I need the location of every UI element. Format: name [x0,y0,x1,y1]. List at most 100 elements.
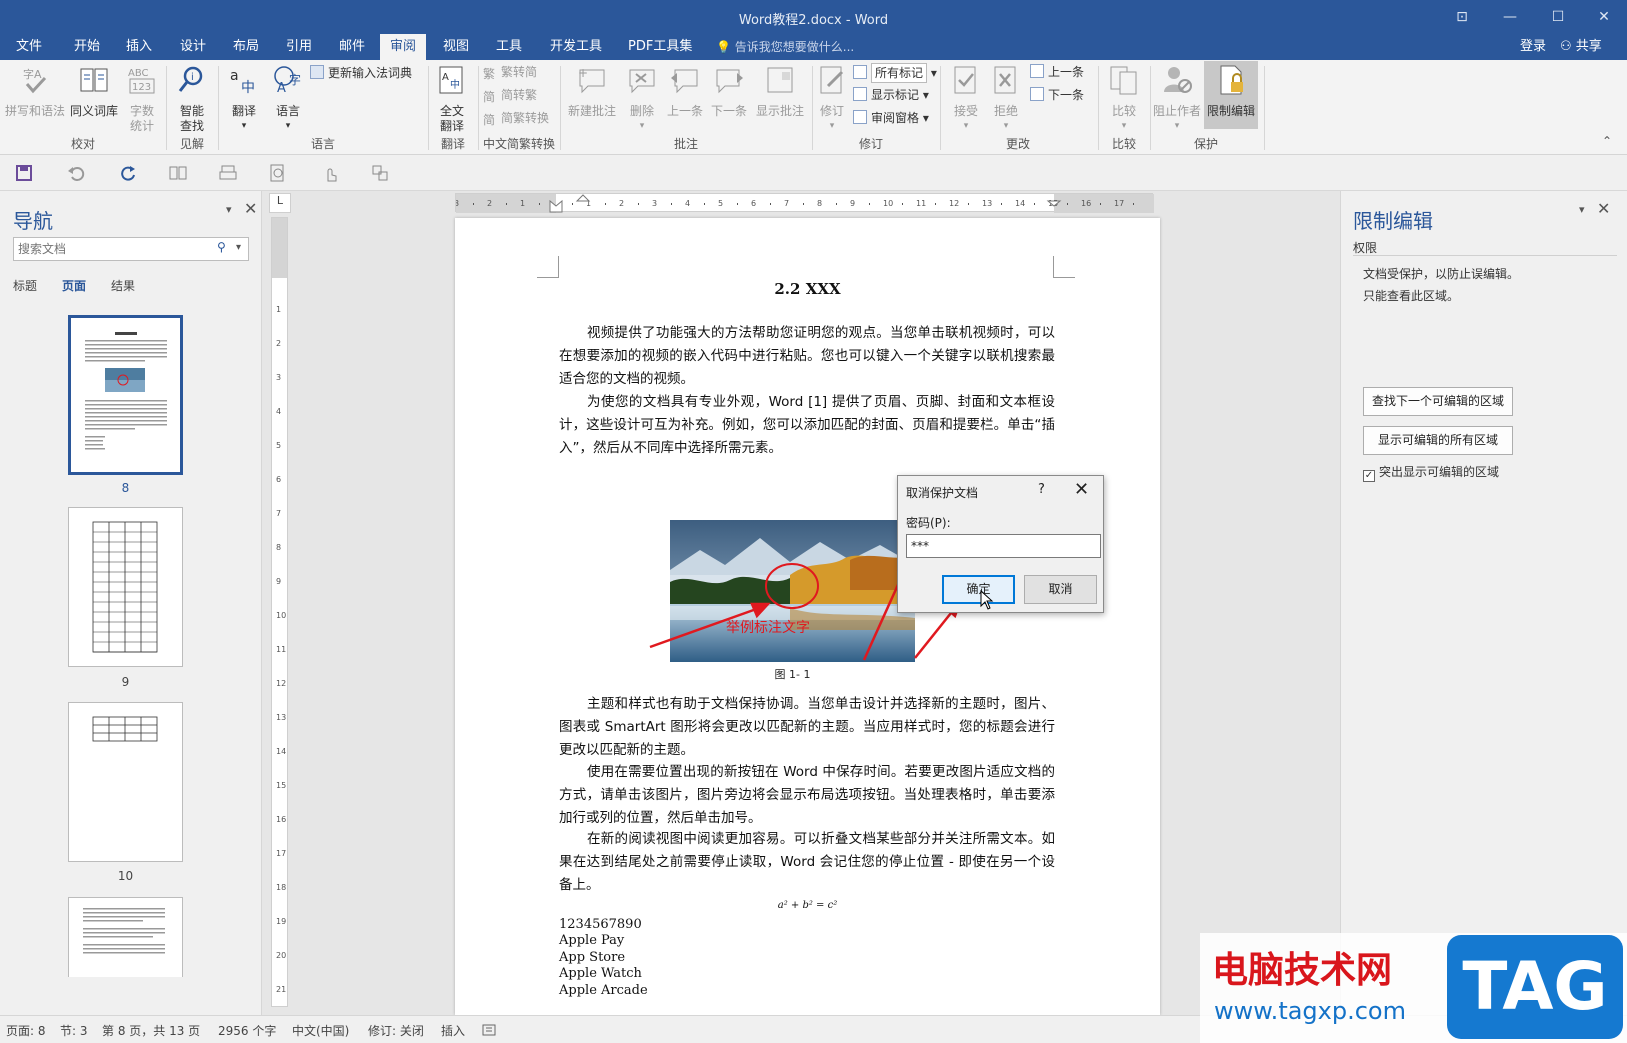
page-thumbnail-10[interactable] [68,702,183,862]
page-thumbnail-8[interactable] [68,315,183,475]
help-icon[interactable]: ? [1038,482,1045,497]
new-comment-button[interactable]: + 新建批注 [563,64,621,119]
reviewing-pane-button[interactable]: 审阅窗格 ▾ [853,109,929,127]
word-count-button[interactable]: ABC 123 字数 统计 [122,64,162,134]
nav-options-icon[interactable]: ▾ [226,203,232,216]
accept-button[interactable]: 接受 ▾ [948,64,984,134]
password-field[interactable]: *** [906,534,1101,558]
tab-design[interactable]: 设计 [170,34,216,60]
status-section[interactable]: 节: 3 [60,1022,88,1039]
tab-review[interactable]: 审阅 [380,34,427,60]
macro-record-icon[interactable] [482,1023,496,1037]
status-word-count[interactable]: 2956 个字 [218,1022,276,1039]
ruler-tick-label: 10 [276,611,286,620]
status-language[interactable]: 中文(中国) [292,1022,349,1039]
undo-icon[interactable] [66,163,86,183]
section-heading: 2.2 XXX [774,280,841,298]
ruler-tick-label: 6 [276,475,281,484]
maximize-button[interactable]: ☐ [1536,4,1580,30]
nav-close-icon[interactable]: ✕ [244,199,257,218]
block-authors-button[interactable]: 阻止作者 ▾ [1152,64,1202,134]
lightbulb-icon: 💡 [716,40,731,54]
status-insert-mode[interactable]: 插入 [441,1022,465,1039]
status-page-of[interactable]: 第 8 页，共 13 页 [102,1022,200,1039]
horizontal-ruler[interactable]: 3211234567891011121314151617 [454,193,1154,213]
next-change-button[interactable]: 下一条 [1030,86,1084,104]
login-link[interactable]: 登录 [1520,34,1546,60]
translate-button[interactable]: a中 翻译 ▾ [222,64,266,134]
ribbon-display-button[interactable]: ⊡ [1440,4,1484,30]
status-page[interactable]: 页面: 8 [6,1022,46,1039]
touch-mode-icon[interactable] [320,163,340,183]
track-changes-button[interactable]: 修订 ▾ [814,64,850,134]
tab-tools[interactable]: 工具 [486,34,532,60]
chinese-conversion-button[interactable]: 简简繁转换 [483,109,549,127]
update-ime-dictionary-button[interactable]: 更新输入法词典 [310,64,412,82]
pane-close-icon[interactable]: ✕ [1597,199,1610,218]
spelling-grammar-button[interactable]: 字A 拼写和语法 [4,64,66,119]
tab-insert[interactable]: 插入 [116,34,162,60]
status-track-changes[interactable]: 修订: 关闭 [368,1022,424,1039]
simplified-to-traditional-button[interactable]: 简简转繁 [483,86,537,104]
ruler-tick [506,203,507,205]
tab-home[interactable]: 开始 [64,34,110,60]
highlight-editable-regions-checkbox[interactable]: ✓ 突出显示可编辑的区域 [1363,463,1499,482]
collapse-ribbon-icon[interactable]: ⌃ [1602,132,1612,150]
tab-layout[interactable]: 布局 [223,34,269,60]
search-options-chevron-icon[interactable]: ▾ [236,242,241,253]
ruler-tick-label: 7 [276,509,281,518]
tell-me-box[interactable]: 💡 告诉我您想要做什么... [716,34,854,60]
print-preview-icon[interactable] [218,163,238,183]
previous-change-button[interactable]: 上一条 [1030,63,1084,81]
share-button[interactable]: ⚇ 共享 [1560,34,1602,60]
nav-tab-results[interactable]: 结果 [111,277,135,294]
tab-selector[interactable]: L [269,193,291,213]
language-button[interactable]: A字 语言 ▾ [266,64,310,134]
nav-search-input[interactable] [14,238,204,260]
group-label-tracking: 修订 [858,137,883,151]
search-icon[interactable]: ⚲ [217,240,226,254]
zoom-page-icon[interactable] [268,163,288,183]
show-markup-button[interactable]: 显示标记 ▾ [853,86,929,104]
ruler-tick-label: 21 [276,985,286,994]
full-translate-button[interactable]: A中 全文 翻译 [432,64,472,134]
page-thumbnail-9[interactable] [68,507,183,667]
svg-text:A: A [277,81,286,96]
restrict-editing-button[interactable]: 限制编辑 [1204,61,1258,129]
minimize-button[interactable]: — [1488,4,1532,30]
smart-lookup-button[interactable]: i 智能 查找 [172,64,212,134]
show-comments-button[interactable]: 显示批注 [751,64,809,119]
dialog-close-icon[interactable]: ✕ [1074,479,1089,500]
thesaurus-button[interactable]: 同义词库 [68,64,120,119]
nav-tab-pages[interactable]: 页面 [62,277,86,294]
tab-mailings[interactable]: 邮件 [329,34,375,60]
previous-comment-button[interactable]: 上一条 [663,64,707,119]
ruler-tick [968,203,969,205]
ruler-tick [770,203,771,205]
cancel-button[interactable]: 取消 [1024,575,1097,604]
next-comment-button[interactable]: 下一条 [707,64,751,119]
tab-view[interactable]: 视图 [433,34,479,60]
pane-options-icon[interactable]: ▾ [1579,203,1585,216]
find-next-editable-region-button[interactable]: 查找下一个可编辑的区域 [1363,387,1513,416]
tab-file[interactable]: 文件 [6,34,52,60]
save-icon[interactable] [14,163,34,183]
customize-icon[interactable] [370,163,390,183]
delete-comment-button[interactable]: 删除 ▾ [621,64,663,134]
compare-button[interactable]: 比较 ▾ [1106,64,1142,134]
traditional-to-simplified-button[interactable]: 繁繁转简 [483,63,537,81]
close-window-button[interactable]: ✕ [1582,4,1626,30]
show-all-editable-regions-button[interactable]: 显示可编辑的所有区域 [1363,426,1513,455]
redo-icon[interactable] [118,163,138,183]
tab-references[interactable]: 引用 [276,34,322,60]
reject-button[interactable]: 拒绝 ▾ [988,64,1024,134]
read-mode-icon[interactable] [168,163,188,183]
ok-button[interactable]: 确定 [942,575,1015,604]
markup-display-select[interactable]: 所有标记 ▾ [853,63,937,83]
tab-pdf-tools[interactable]: PDF工具集 [618,34,702,60]
ruler-tick-label: 14 [1015,199,1025,208]
page-thumbnail-11[interactable] [68,897,183,977]
vertical-ruler[interactable]: 1 2 3 4 5 6 7 8 9 10 11 12 13 14 15 16 17 18 19 20 21 [271,217,288,1007]
nav-tab-headings[interactable]: 标题 [13,277,37,294]
tab-developer[interactable]: 开发工具 [540,34,612,60]
